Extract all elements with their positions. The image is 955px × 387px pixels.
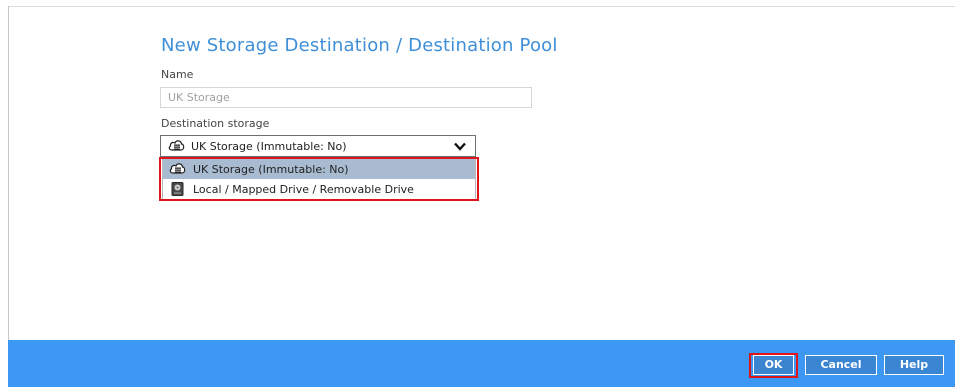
- destination-storage-label: Destination storage: [161, 117, 270, 130]
- name-field[interactable]: UK Storage: [160, 87, 532, 108]
- dialog-title: New Storage Destination / Destination Po…: [161, 35, 558, 56]
- name-label: Name: [161, 68, 194, 81]
- destination-storage-select[interactable]: UK Storage (Immutable: No): [160, 135, 476, 157]
- help-button[interactable]: Help: [884, 355, 944, 375]
- selected-destination-text: UK Storage (Immutable: No): [191, 140, 347, 153]
- chevron-down-icon: [454, 142, 466, 151]
- cancel-button[interactable]: Cancel: [805, 355, 877, 375]
- window-border-top: [8, 6, 955, 7]
- cloud-storage-icon: [168, 140, 185, 151]
- window-border-left: [8, 6, 9, 340]
- dropdown-highlight-box: [159, 157, 479, 201]
- ok-button-highlight-box: [749, 353, 798, 378]
